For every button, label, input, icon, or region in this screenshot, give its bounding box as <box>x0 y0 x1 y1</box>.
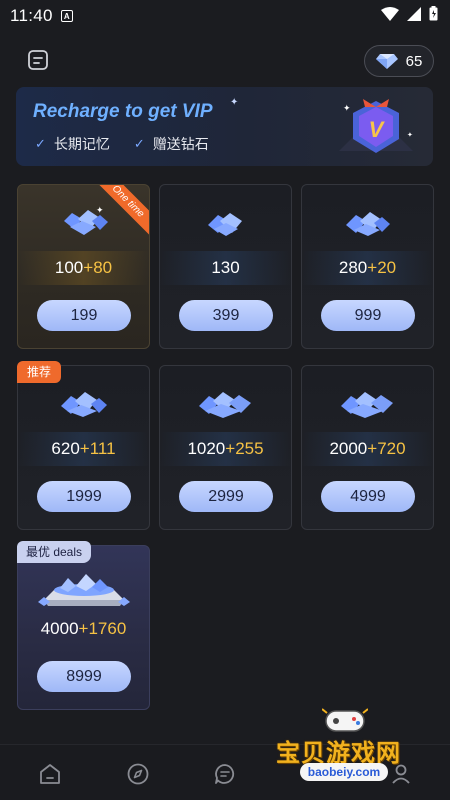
svg-text:✦: ✦ <box>343 103 351 113</box>
diamond-pile-icon: ✦ <box>18 205 149 239</box>
amount-base: 4000 <box>40 619 79 638</box>
recommended-tag: 推荐 <box>17 361 62 383</box>
package-card-2[interactable]: 130 399 <box>159 184 292 349</box>
diamond-pile-icon <box>160 205 291 239</box>
amount-base: 100 <box>54 258 84 277</box>
nav-home[interactable] <box>37 761 63 787</box>
price-button[interactable]: 4999 <box>321 481 415 512</box>
nav-discover[interactable] <box>125 761 151 787</box>
compass-icon <box>127 763 149 785</box>
home-icon <box>40 764 60 784</box>
perk-label: 赠送钻石 <box>152 136 209 152</box>
balance-value: 65 <box>405 52 423 70</box>
nav-chat[interactable] <box>212 761 238 787</box>
price-button[interactable]: 2999 <box>179 481 273 512</box>
amount-base: 280 <box>338 258 368 277</box>
package-card-5[interactable]: 1020 +255 2999 <box>159 365 292 530</box>
amount-bonus: +255 <box>225 439 264 458</box>
status-bar: 11:40 A <box>0 0 450 32</box>
package-amount: 130 <box>160 251 291 285</box>
amount-base: 2000 <box>329 439 368 458</box>
amount-bonus: +80 <box>83 258 113 277</box>
package-card-1[interactable]: One time ✦ 100 +80 199 <box>17 184 150 349</box>
perk-memory: ✓ 长期记忆 <box>35 134 110 154</box>
top-row: 65 <box>0 44 450 77</box>
package-amount: 280 +20 <box>302 251 433 285</box>
watermark-url: baobeiy.com <box>300 763 388 781</box>
check-icon: ✓ <box>133 136 145 151</box>
package-card-6[interactable]: 2000 +720 4999 <box>301 365 434 530</box>
perk-label: 长期记忆 <box>53 136 110 152</box>
package-card-3[interactable]: 280 +20 999 <box>301 184 434 349</box>
svg-text:✦: ✦ <box>407 131 413 139</box>
vip-perks: ✓ 长期记忆 ✓ 赠送钻石 <box>35 134 209 154</box>
package-amount: 2000 +720 <box>302 432 433 466</box>
price-button[interactable]: 199 <box>37 300 131 331</box>
status-time: 11:40 <box>10 6 53 25</box>
svg-text:✦: ✦ <box>96 205 104 215</box>
diamond-icon <box>375 54 398 69</box>
package-amount: 620 +111 <box>18 432 149 466</box>
sparkle-icon: ✦ <box>230 97 239 108</box>
perk-diamonds: ✓ 赠送钻石 <box>134 134 209 154</box>
package-card-4[interactable]: 620 +111 1999 <box>17 365 150 530</box>
wifi-icon <box>381 6 399 26</box>
amount-base: 1020 <box>187 439 226 458</box>
price-button[interactable]: 999 <box>321 300 415 331</box>
price-button[interactable]: 1999 <box>37 481 131 512</box>
vip-banner[interactable]: Recharge to get VIP ✦ ✓ 长期记忆 ✓ 赠送钻石 V ✦ … <box>16 87 433 166</box>
gamepad-icon <box>322 708 368 732</box>
diamond-pile-icon <box>160 386 291 420</box>
amount-base: 130 <box>211 258 240 277</box>
amount-base: 620 <box>51 439 80 458</box>
vip-title: Recharge to get VIP <box>33 101 213 122</box>
diamond-pile-icon <box>18 386 149 420</box>
package-amount: 1020 +255 <box>160 432 291 466</box>
best-deal-tag: 最优 deals <box>17 541 92 563</box>
check-icon: ✓ <box>35 136 46 151</box>
price-button[interactable]: 399 <box>179 300 273 331</box>
svg-text:V: V <box>369 117 386 142</box>
amount-bonus: +1760 <box>78 619 127 638</box>
amount-bonus: +20 <box>367 258 397 277</box>
vip-badge-icon: V ✦ ✦ <box>339 99 413 153</box>
orders-button[interactable] <box>26 48 50 72</box>
signal-icon <box>407 6 421 26</box>
document-icon <box>28 50 48 70</box>
package-amount: 4000 +1760 <box>18 612 149 646</box>
diamond-chest-icon <box>18 568 149 608</box>
package-amount: 100 +80 <box>18 251 149 285</box>
notification-a-icon: A <box>60 10 73 22</box>
price-button[interactable]: 8999 <box>37 661 131 692</box>
watermark-logo: 宝贝游戏网 baobeiy.com <box>276 705 426 785</box>
amount-bonus: +111 <box>79 439 116 458</box>
chat-icon <box>215 764 235 784</box>
status-icons <box>381 6 438 26</box>
diamond-balance[interactable]: 65 <box>364 45 434 77</box>
amount-bonus: +720 <box>367 439 406 458</box>
diamond-pile-icon <box>302 386 433 420</box>
package-card-7[interactable]: 4000 +1760 8999 <box>17 545 150 710</box>
diamond-pile-icon <box>302 205 433 239</box>
battery-icon <box>429 6 438 26</box>
